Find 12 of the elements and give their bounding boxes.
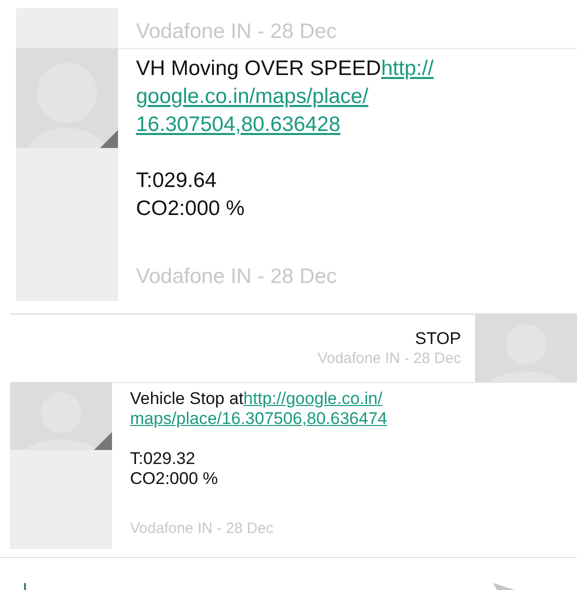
message-line: T:029.32	[130, 449, 196, 469]
map-link[interactable]: 16.307504,80.636428	[136, 113, 340, 136]
map-link[interactable]: maps/place/16.307506,80.636474	[130, 409, 388, 428]
message-line: CO2:000 %	[136, 196, 246, 222]
message-text: Vehicle Stop at	[130, 389, 244, 408]
map-link[interactable]: google.co.in/maps/place/	[136, 85, 368, 108]
message-text: VH Moving OVER SPEED	[136, 57, 382, 80]
message-line: T:029.64	[136, 168, 218, 194]
map-link[interactable]: http://	[381, 57, 434, 80]
message-text: STOP	[415, 329, 461, 348]
message-line: CO2:000 %	[130, 469, 219, 489]
map-link[interactable]: http://google.co.in/	[243, 389, 382, 408]
